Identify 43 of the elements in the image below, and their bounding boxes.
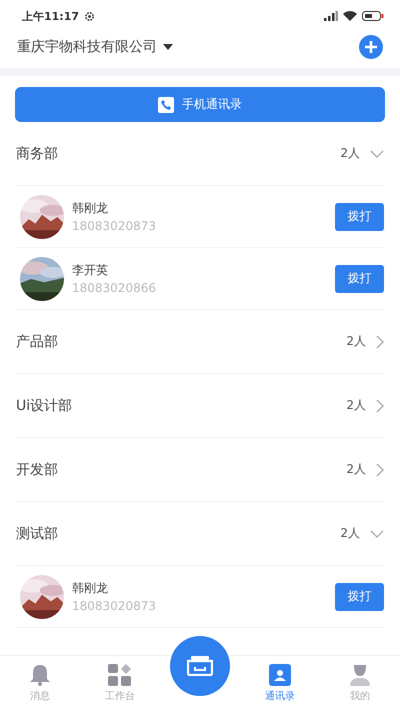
phone-number: 18083020866 [72, 281, 156, 295]
call-button[interactable]: 拨打 [335, 264, 384, 292]
phone-icon [158, 96, 174, 112]
toolbox-icon [187, 656, 213, 676]
caret-icon[interactable] [163, 44, 173, 50]
signal-icon [324, 11, 338, 21]
contact-name: 李开英 [72, 262, 109, 279]
tab-item[interactable]: 消息 [0, 656, 80, 711]
chevron-down-icon[interactable] [370, 530, 384, 538]
department-name[interactable]: 测试部 [16, 524, 58, 542]
department-name[interactable]: 开发部 [16, 460, 58, 478]
member-count: 2人 [346, 461, 366, 478]
gear-icon [84, 10, 96, 22]
chevron-down-icon[interactable] [370, 150, 384, 158]
department-name[interactable]: Ui设计部 [16, 396, 72, 414]
call-button[interactable]: 拨打 [335, 202, 384, 230]
member-count: 2人 [346, 333, 366, 350]
battery-icon [362, 11, 384, 21]
member-count: 2人 [340, 525, 360, 542]
member-count: 2人 [346, 397, 366, 414]
tab-item[interactable]: 我的 [320, 656, 400, 711]
chevron-right-icon[interactable] [376, 398, 384, 412]
wifi-icon [343, 11, 357, 21]
department-name[interactable]: 商务部 [16, 144, 58, 162]
phone-number: 18083020873 [72, 219, 156, 233]
person-icon [349, 664, 371, 686]
phone-contacts-button[interactable]: 手机通讯录 [15, 87, 385, 122]
status-time: 上午11:17 [22, 8, 80, 24]
bell-icon [29, 664, 51, 686]
tab-item[interactable]: 工作台 [80, 656, 160, 711]
add-icon[interactable] [359, 35, 383, 59]
contact-name: 韩刚龙 [72, 200, 109, 217]
phone-number: 18083020873 [72, 599, 156, 613]
contacts-icon [269, 664, 291, 686]
department-name[interactable]: 产品部 [16, 332, 58, 350]
company-selector[interactable]: 重庆宇物科技有限公司 [17, 38, 157, 56]
call-button[interactable]: 拨打 [335, 582, 384, 610]
member-count: 2人 [340, 145, 360, 162]
chevron-right-icon[interactable] [376, 462, 384, 476]
chevron-right-icon[interactable] [376, 334, 384, 348]
contact-name: 韩刚龙 [72, 580, 109, 597]
grid-icon [108, 664, 132, 686]
tab-item[interactable]: 通讯录 [240, 656, 320, 711]
